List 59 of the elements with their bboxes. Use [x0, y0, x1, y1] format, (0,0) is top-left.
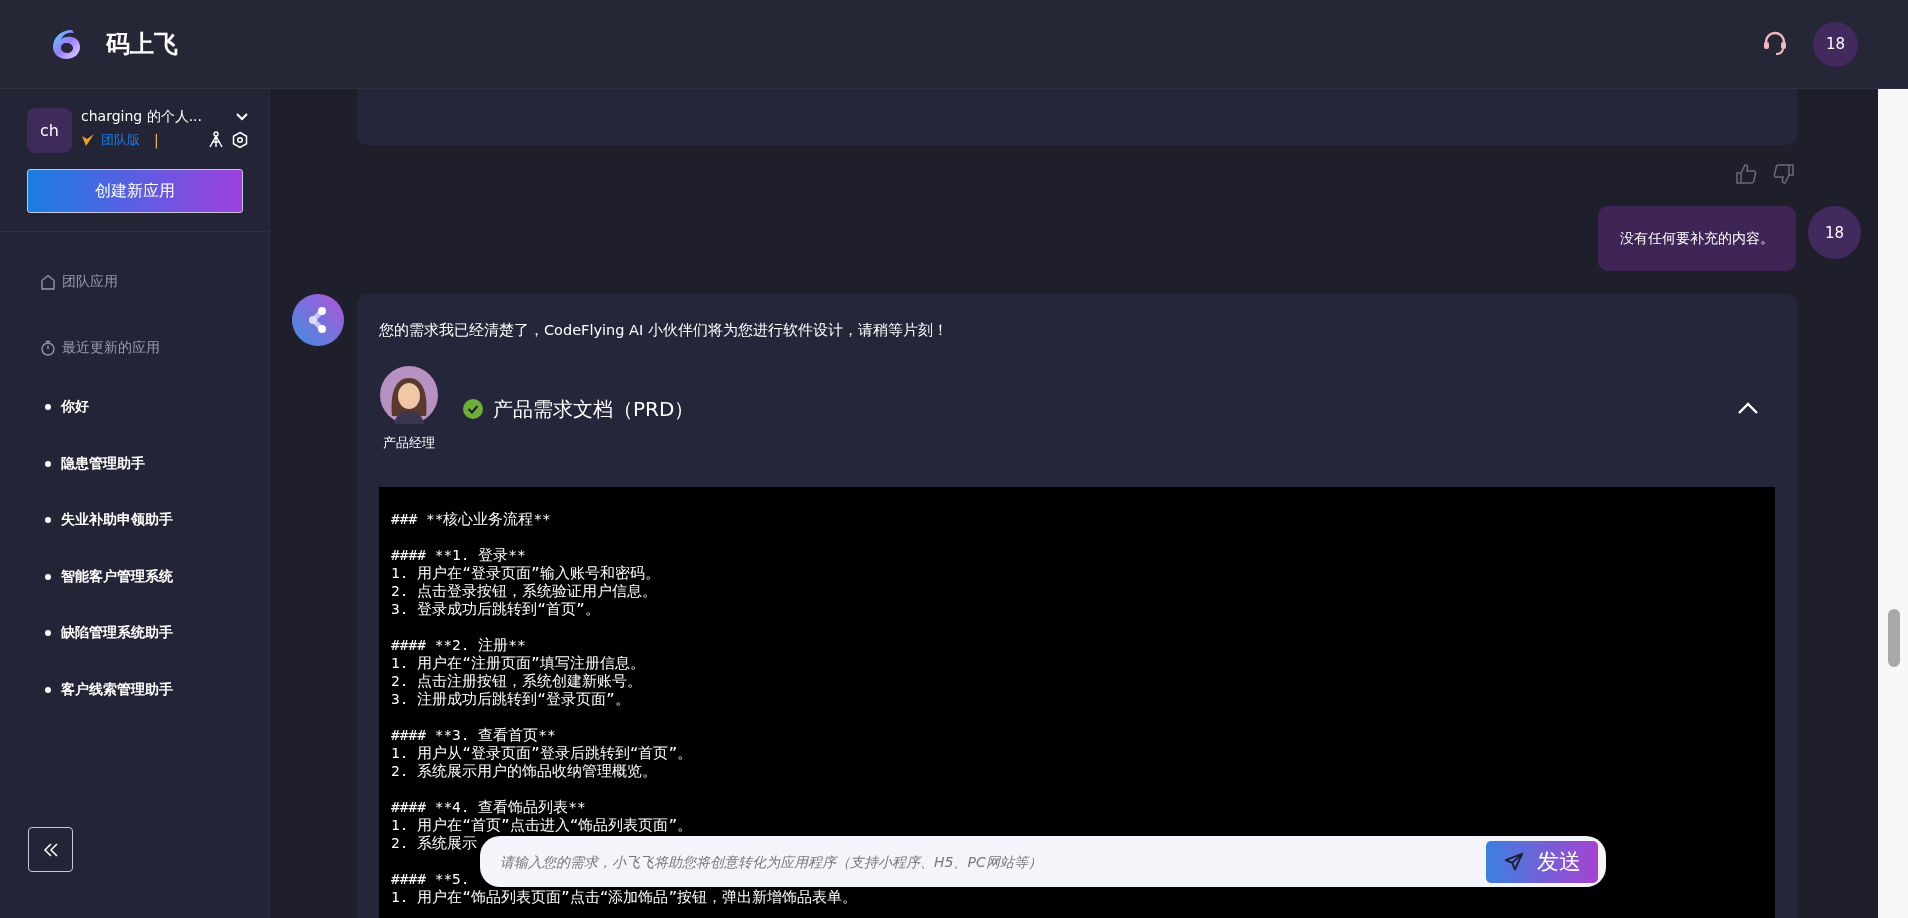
- bot-message: 您的需求我已经清楚了，CodeFlying AI 小伙伴们将为您进行软件设计，请稍等片刻！: [379, 321, 949, 340]
- bullet-icon: [45, 686, 51, 693]
- team-apps-link[interactable]: 团队应用: [62, 273, 118, 291]
- v-badge-icon: [81, 133, 95, 147]
- timer-icon: [40, 340, 56, 356]
- recent-app-item[interactable]: 客户线索管理助手: [61, 680, 173, 699]
- agent-role: 产品经理: [383, 434, 435, 452]
- app-title: 码上飞: [106, 29, 178, 60]
- bullet-icon: [45, 573, 51, 580]
- recent-app-item[interactable]: 你好: [61, 398, 89, 417]
- thumbs-down-icon[interactable]: [1773, 163, 1795, 185]
- bullet-icon: [45, 460, 51, 467]
- settings-icon[interactable]: [231, 131, 249, 149]
- code-line: 2. 系统展示: [391, 834, 479, 852]
- code-line: 1. 用户从“登录页面”登录后跳转到“首页”。: [391, 744, 694, 762]
- separator: |: [154, 132, 159, 148]
- scrollbar[interactable]: [1888, 609, 1900, 667]
- code-line: 1. 用户在“饰品列表页面”点击“添加饰品”按钮，弹出新增饰品表单。: [391, 888, 859, 906]
- document-title: 产品需求文档（PRD）: [493, 395, 695, 423]
- recent-app-item[interactable]: 智能客户管理系统: [61, 567, 173, 586]
- user-message: 没有任何要补充的内容。: [1598, 206, 1796, 271]
- plan-label: 团队版: [101, 131, 140, 149]
- code-line: #### **5.: [391, 870, 471, 888]
- workspace-name[interactable]: charging 的个人...: [81, 108, 202, 126]
- thumbs-up-icon[interactable]: [1735, 163, 1757, 185]
- code-line: #### **1. 登录**: [391, 546, 527, 564]
- send-button[interactable]: 发送: [1486, 840, 1598, 883]
- section-heading: 最近更新的应用: [62, 339, 160, 357]
- code-line: 1. 用户在“首页”点击进入“饰品列表页面”。: [391, 816, 694, 834]
- code-line: 1. 用户在“注册页面”填写注册信息。: [391, 654, 646, 672]
- bullet-icon: [45, 630, 51, 637]
- code-line: 3. 登录成功后跳转到“首页”。: [391, 600, 601, 618]
- chevron-up-icon[interactable]: [1737, 400, 1759, 415]
- chat-input[interactable]: 请输入您的需求，小飞飞将助您将创意转化为应用程序（支持小程序、H5、PC网站等） 发送: [480, 836, 1606, 887]
- code-line: 2. 点击登录按钮，系统验证用户信息。: [391, 582, 659, 600]
- headset-icon[interactable]: [1761, 30, 1789, 58]
- code-line: 2. 系统展示用户的饰品收纳管理概览。: [391, 762, 659, 780]
- code-line: 2. 点击注册按钮，系统创建新账号。: [391, 672, 644, 690]
- chevron-down-icon[interactable]: [235, 112, 249, 122]
- code-line: ### **核心业务流程**: [391, 510, 552, 528]
- recent-app-item[interactable]: 缺陷管理系统助手: [61, 624, 173, 643]
- bullet-icon: [45, 404, 51, 411]
- send-icon: [1503, 850, 1525, 873]
- code-line: 1. 用户在“登录页面”输入账号和密码。: [391, 564, 661, 582]
- code-line: #### **4. 查看饰品列表**: [391, 798, 587, 816]
- workspace-avatar: ch: [27, 108, 72, 153]
- bot-avatar-icon: [292, 294, 344, 346]
- home-icon: [40, 274, 56, 290]
- user-avatar[interactable]: 18: [1813, 21, 1858, 67]
- bullet-icon: [45, 517, 51, 524]
- recent-app-item[interactable]: 失业补助申领助手: [61, 511, 173, 530]
- create-app-button[interactable]: 创建新应用: [27, 169, 243, 213]
- code-line: 3. 注册成功后跳转到“登录页面”。: [391, 690, 631, 708]
- collapse-sidebar-button[interactable]: [28, 827, 73, 872]
- user-avatar: 18: [1808, 206, 1861, 259]
- agent-avatar-icon: [380, 366, 438, 424]
- code-line: #### **3. 查看首页**: [391, 726, 557, 744]
- recent-app-item[interactable]: 隐患管理助手: [61, 454, 145, 473]
- code-line: #### **2. 注册**: [391, 636, 527, 654]
